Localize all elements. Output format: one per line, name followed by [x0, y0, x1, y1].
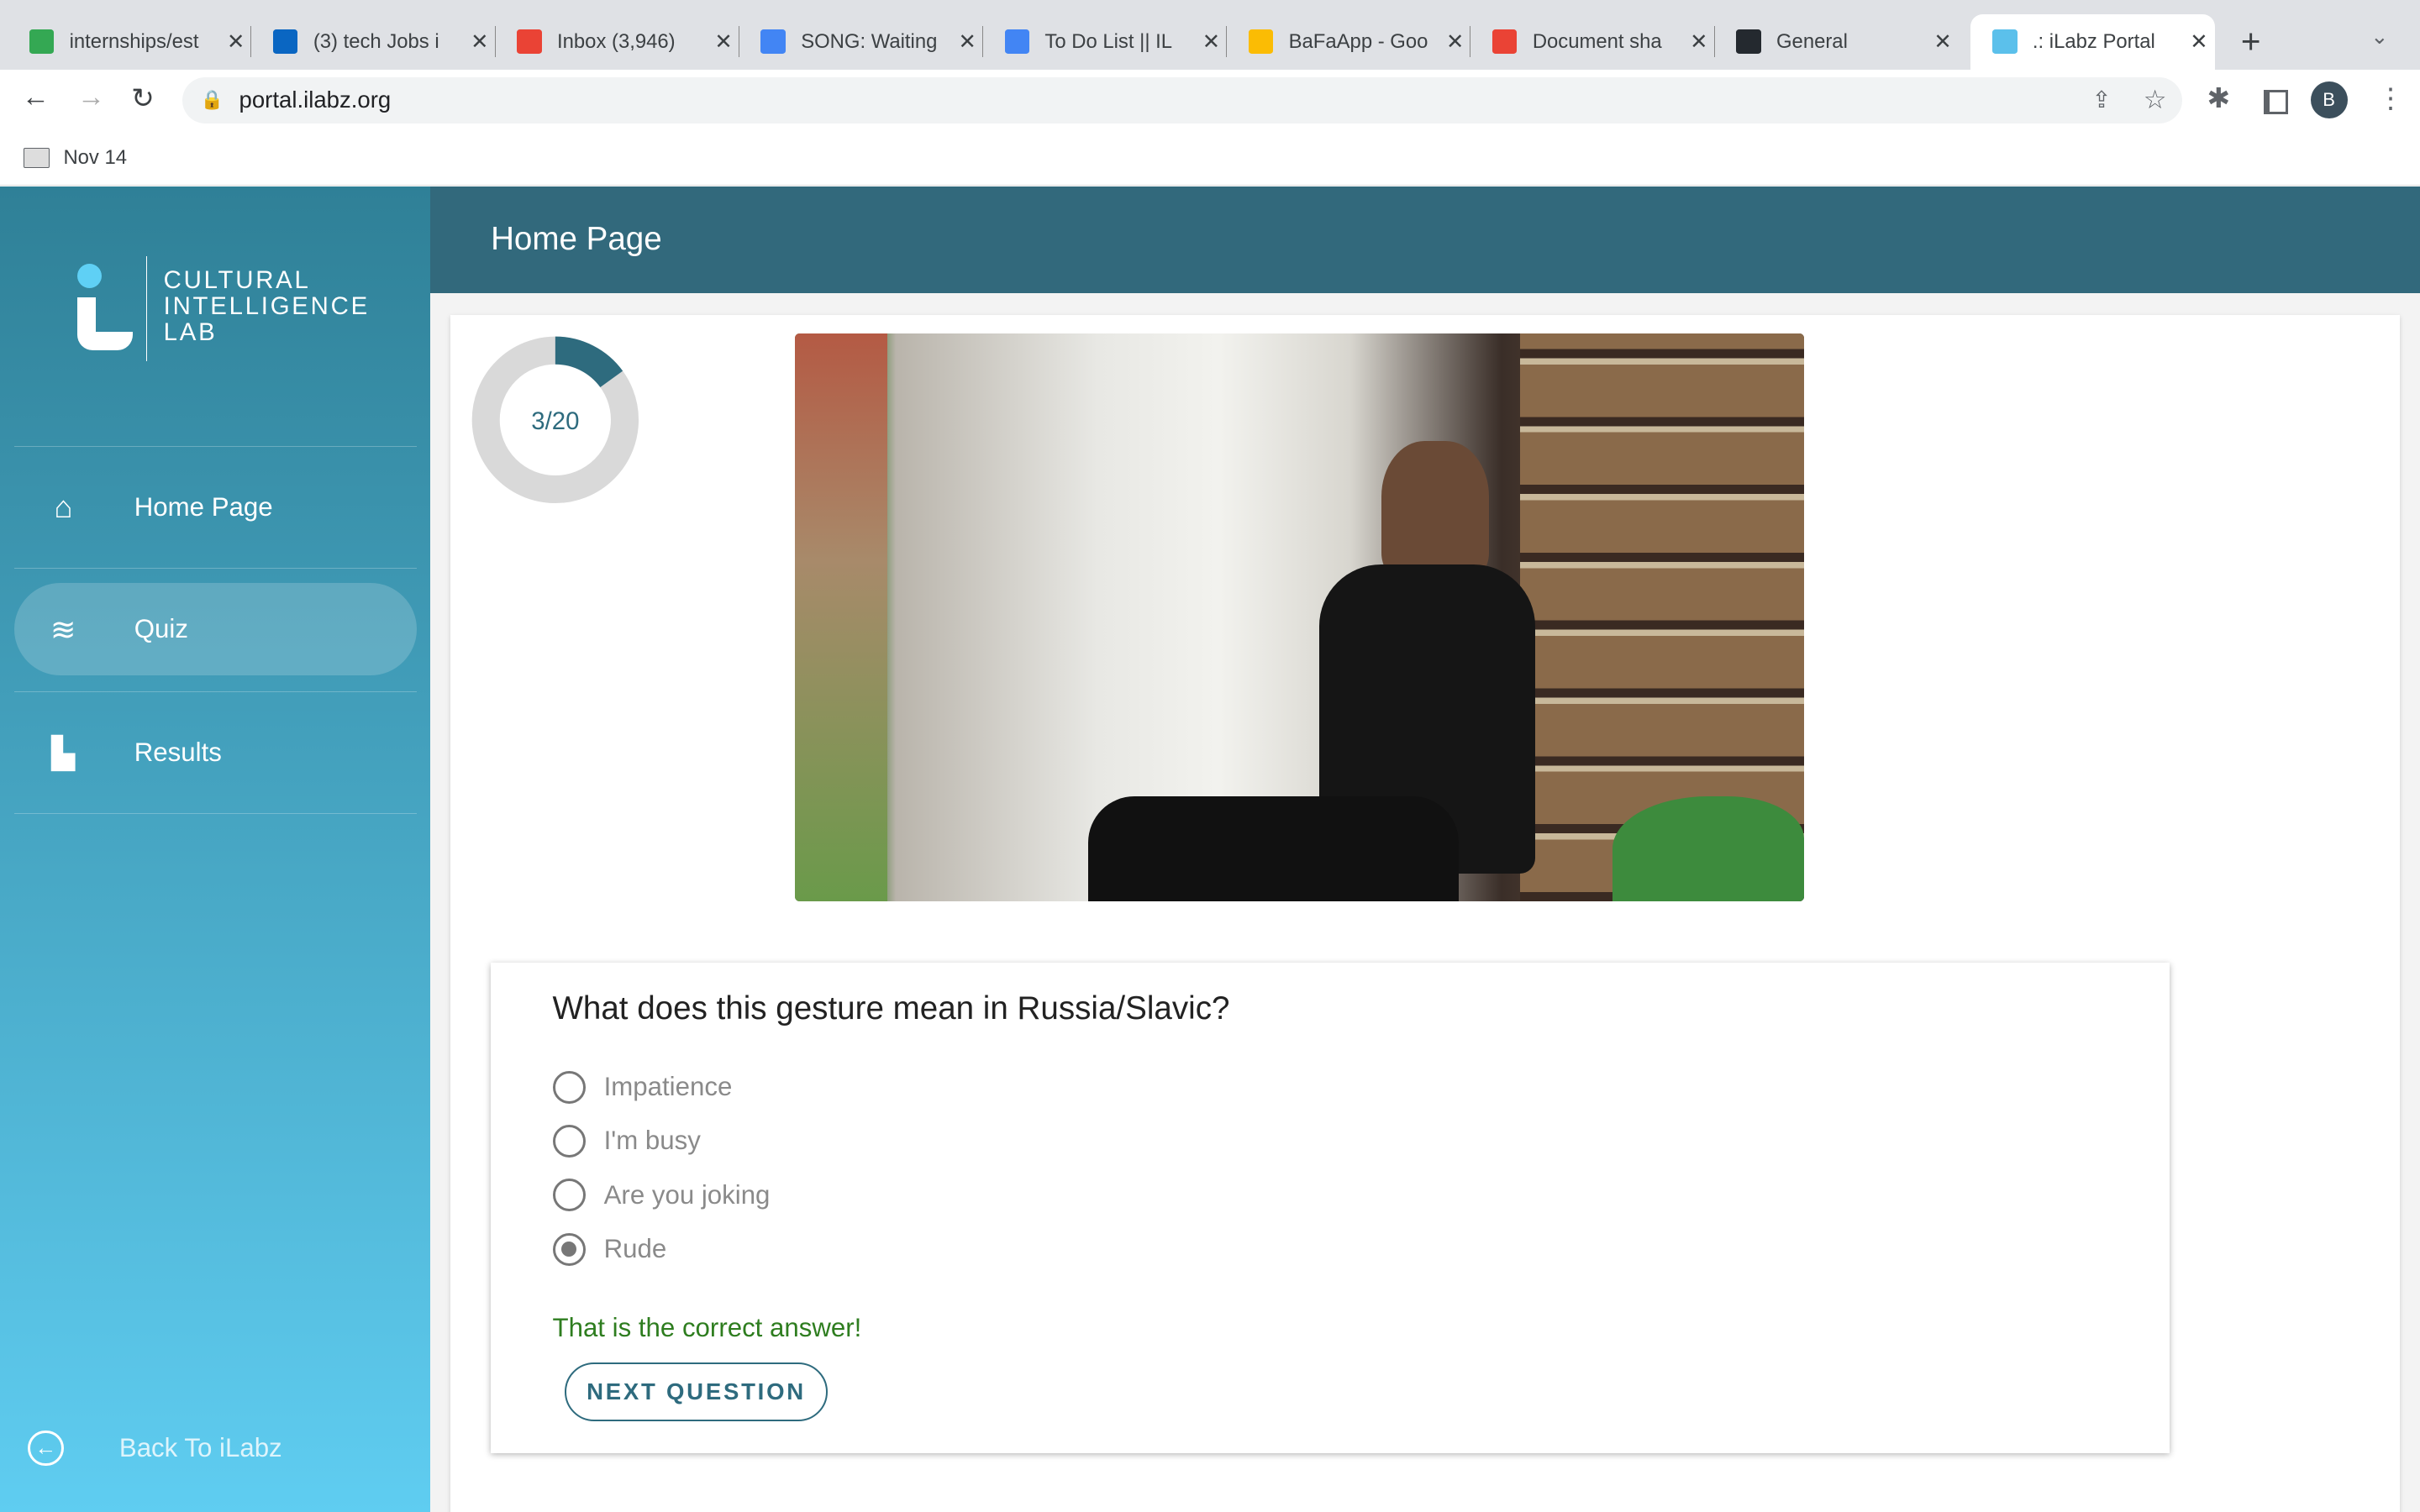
- drive-icon: [1248, 29, 1274, 55]
- tab-title: (3) tech Jobs i: [313, 29, 439, 53]
- lock-icon: 🔒: [200, 89, 224, 111]
- folder-icon: [23, 148, 50, 169]
- side-panel-icon[interactable]: [2264, 89, 2288, 115]
- gmail-icon: [1492, 29, 1518, 55]
- database-icon: ≋: [50, 612, 76, 647]
- extensions-icon[interactable]: ✱: [2207, 81, 2230, 115]
- tab-title: SONG: Waiting: [801, 29, 938, 53]
- share-icon[interactable]: ⇪: [2092, 87, 2112, 113]
- page-header: Home Page: [430, 186, 2420, 293]
- browser-tab[interactable]: To Do List || IL ✕: [983, 14, 1228, 70]
- bookmarks-bar: Nov 14: [0, 131, 2420, 186]
- logo-text: INTELLIGENCE: [163, 291, 370, 320]
- tab-title: Inbox (3,946): [557, 29, 676, 53]
- tab-search-chevron-icon[interactable]: ⌄: [2370, 24, 2389, 50]
- sidebar-item-quiz[interactable]: ≋ Quiz: [13, 583, 417, 676]
- browser-tab[interactable]: .: iLabz Portal ✕: [1970, 13, 2215, 70]
- answer-option[interactable]: Are you joking: [552, 1179, 771, 1212]
- browser-tab[interactable]: General ✕: [1715, 14, 1959, 70]
- browser-tab[interactable]: (3) tech Jobs i ✕: [251, 14, 496, 70]
- browser-tab[interactable]: internships/est ✕: [8, 14, 252, 70]
- sidebar-item-label: Results: [134, 738, 222, 768]
- close-tab-icon[interactable]: ✕: [1933, 29, 1952, 55]
- tab-title: BaFaApp - Goo: [1288, 29, 1428, 53]
- tab-title: General: [1776, 29, 1848, 53]
- back-icon[interactable]: ←: [22, 81, 50, 113]
- sidebar: CULTURAL INTELLIGENCE LAB ⌂ Home Page ≋ …: [0, 186, 431, 1512]
- tab-title: .: iLabz Portal: [2032, 29, 2155, 53]
- home-icon: ⌂: [54, 490, 73, 525]
- gesture-video[interactable]: [794, 333, 1805, 901]
- main-content: 3/20 What does this gesture mean in Russ…: [430, 292, 2420, 1512]
- sidebar-item-label: Home Page: [134, 492, 273, 522]
- option-label: I'm busy: [603, 1126, 701, 1156]
- next-question-button[interactable]: NEXT QUESTION: [565, 1362, 828, 1421]
- close-tab-icon[interactable]: ✕: [1202, 29, 1221, 55]
- progress-ring: 3/20: [472, 336, 639, 503]
- ilabz-icon: [1992, 29, 2018, 55]
- url-text[interactable]: portal.ilabz.org: [239, 87, 392, 113]
- radio-button[interactable]: [552, 1232, 586, 1266]
- sidebar-item-results[interactable]: ▙ Results: [14, 706, 417, 799]
- back-label: Back To iLabz: [118, 1432, 282, 1462]
- bookmark-folder[interactable]: Nov 14: [23, 146, 128, 170]
- menu-icon[interactable]: ⋮: [2377, 81, 2405, 115]
- bar-chart-icon: ▙: [51, 735, 76, 770]
- tab-title: To Do List || IL: [1044, 29, 1173, 53]
- profile-avatar[interactable]: B: [2310, 81, 2348, 119]
- question-text: What does this gesture mean in Russia/Sl…: [552, 990, 1230, 1027]
- browser-tab[interactable]: Document sha ✕: [1470, 14, 1715, 70]
- arrow-left-circle-icon: ←: [28, 1430, 64, 1467]
- logo-text: CULTURAL: [163, 265, 311, 294]
- tab-title: internships/est: [69, 29, 199, 53]
- close-tab-icon[interactable]: ✕: [2190, 29, 2208, 55]
- new-tab-button[interactable]: +: [2241, 22, 2261, 61]
- github-icon: [1736, 29, 1761, 55]
- progress-text: 3/20: [532, 407, 580, 435]
- bookmark-label: Nov 14: [63, 146, 128, 170]
- address-bar[interactable]: 🔒 portal.ilabz.org ⇪ ☆: [182, 76, 2183, 123]
- sidebar-item-label: Quiz: [134, 614, 188, 644]
- sidebar-item-home[interactable]: ⌂ Home Page: [14, 461, 417, 554]
- back-to-ilabz-link[interactable]: ← Back To iLabz: [28, 1430, 282, 1467]
- option-label: Rude: [603, 1234, 667, 1264]
- sheets-icon: [29, 29, 55, 55]
- browser-toolbar: ← → ↻ 🔒 portal.ilabz.org ⇪ ☆ ✱ B ⋮: [0, 69, 2420, 132]
- close-tab-icon[interactable]: ✕: [227, 29, 245, 55]
- close-tab-icon[interactable]: ✕: [714, 29, 733, 55]
- docs-icon: [760, 29, 786, 55]
- tab-title: Document sha: [1532, 29, 1662, 53]
- option-label: Are you joking: [603, 1179, 771, 1210]
- linkedin-icon: [273, 29, 298, 55]
- answer-option[interactable]: Rude: [552, 1232, 667, 1266]
- question-card: What does this gesture mean in Russia/Sl…: [491, 963, 2170, 1454]
- browser-tab[interactable]: SONG: Waiting ✕: [739, 14, 983, 70]
- close-tab-icon[interactable]: ✕: [1690, 29, 1708, 55]
- forward-icon[interactable]: →: [77, 81, 105, 113]
- star-icon[interactable]: ☆: [2144, 85, 2167, 115]
- radio-button[interactable]: [552, 1179, 586, 1212]
- reload-icon[interactable]: ↻: [131, 81, 155, 115]
- answer-option[interactable]: I'm busy: [552, 1124, 701, 1158]
- logo-text: LAB: [163, 318, 218, 347]
- gmail-icon: [517, 29, 542, 55]
- close-tab-icon[interactable]: ✕: [471, 29, 489, 55]
- page-title: Home Page: [491, 220, 662, 257]
- docs-icon: [1004, 29, 1030, 55]
- logo-dot: [76, 264, 103, 289]
- tab-bar: internships/est ✕ (3) tech Jobs i ✕ Inbox (3…: [0, 0, 2420, 70]
- radio-button[interactable]: [552, 1124, 586, 1158]
- browser-tab[interactable]: Inbox (3,946) ✕: [496, 14, 739, 70]
- quiz-panel: 3/20 What does this gesture mean in Russ…: [450, 314, 2401, 1512]
- radio-button[interactable]: [552, 1070, 586, 1104]
- browser-tab[interactable]: BaFaApp - Goo ✕: [1227, 14, 1471, 70]
- close-tab-icon[interactable]: ✕: [1446, 29, 1465, 55]
- feedback-text: That is the correct answer!: [552, 1313, 862, 1342]
- close-tab-icon[interactable]: ✕: [959, 29, 977, 55]
- answer-option[interactable]: Impatience: [552, 1070, 733, 1104]
- option-label: Impatience: [603, 1072, 733, 1102]
